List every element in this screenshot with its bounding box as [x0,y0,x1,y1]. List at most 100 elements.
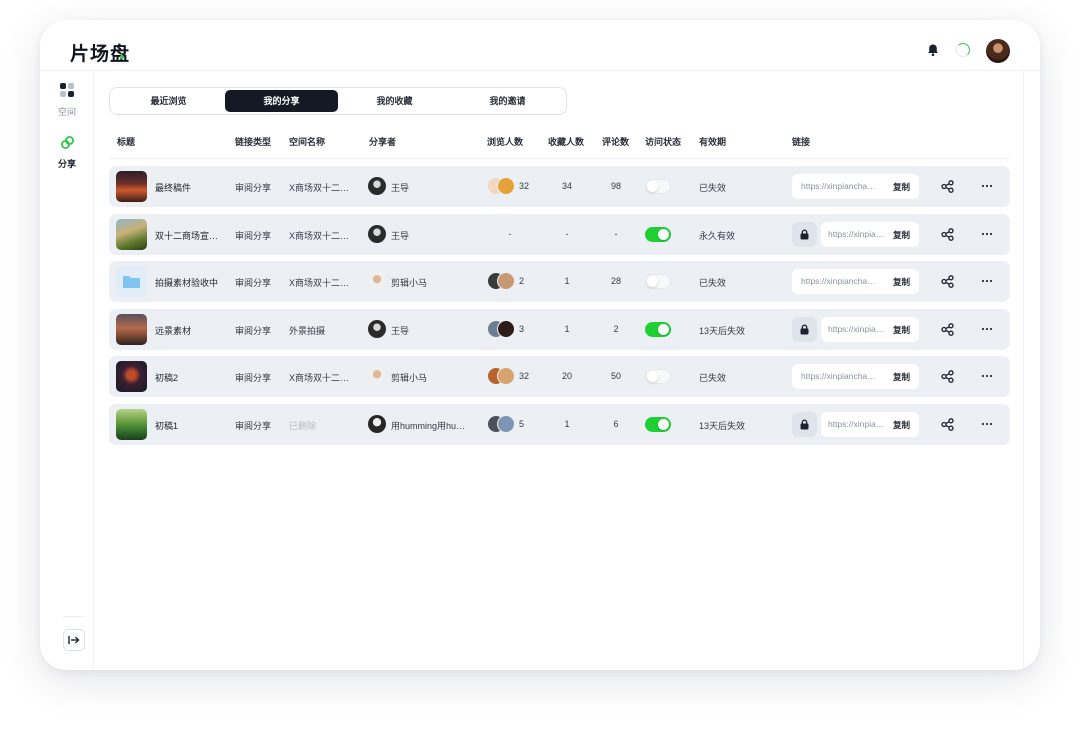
password-lock-button[interactable] [792,221,817,247]
link-type: 审阅分享 [235,420,272,431]
viewer-avatars [487,319,517,338]
access-toggle[interactable] [645,179,671,194]
sync-spinner-icon [956,43,970,57]
column-header-link[interactable]: 链接 [792,135,810,148]
share-icon[interactable] [941,275,954,288]
folder-thumbnail [116,266,147,297]
comment-count: 6 [613,418,619,429]
space-name: X商场双十二… [289,373,350,383]
access-toggle[interactable] [645,416,671,432]
sharer-name: 王导 [391,325,410,336]
copy-button[interactable]: 复制 [893,181,910,193]
file-thumbnail [116,313,147,345]
copy-button[interactable]: 复制 [893,419,910,431]
link-field[interactable]: https://xinpia… 复制 [821,411,919,437]
link-field[interactable]: https://xinpia… 复制 [821,316,919,342]
viewer-avatar [497,367,515,385]
column-header-favorites[interactable]: 收藏人数 [548,135,584,148]
favorite-count: 20 [561,371,572,381]
column-header-comments[interactable]: 评论数 [602,135,629,148]
copy-button[interactable]: 复制 [893,229,910,241]
viewer-avatar [497,414,515,433]
column-header-title[interactable]: 标题 [117,135,135,148]
sharer-name: 剪辑小马 [391,373,428,383]
password-lock-button[interactable] [792,411,817,437]
more-options-icon[interactable] [981,370,993,382]
sidebar: 空间 分享 [40,71,94,670]
more-options-icon[interactable] [981,228,993,240]
lock-icon [800,324,809,334]
access-toggle[interactable] [645,226,671,242]
sharer-avatar [368,414,386,433]
table-row[interactable]: 拍摄素材验收中 审阅分享 X商场双十二… 剪辑小马 2 1 28 已失效 https://xin… [109,261,1010,302]
table-row[interactable]: 最终稿件 审阅分享 X商场双十二… 王导 32 34 98 已失效 https://xinpia… [109,166,1010,207]
access-toggle[interactable] [645,274,671,289]
more-options-icon[interactable] [981,180,993,192]
link-field[interactable]: https://xinpiancha… 复制 [792,364,919,389]
file-title[interactable]: 初稿1 [155,419,223,432]
column-header-expiry[interactable]: 有效期 [699,135,726,148]
user-avatar[interactable] [986,39,1010,63]
file-title[interactable]: 拍摄素材验收中 [155,276,223,289]
share-icon[interactable] [941,417,954,431]
sharer-avatar [368,319,386,338]
table-row[interactable]: 初稿1 审阅分享 已删除 用humming用hu… 5 1 6 13天后失效 https://x… [109,403,1010,445]
view-count: 2 [519,276,525,286]
link-icon [60,136,74,149]
link-field[interactable]: https://xinpiancha… 复制 [792,174,919,199]
column-header-link-type[interactable]: 链接类型 [235,135,271,148]
collapse-sidebar-button[interactable] [63,629,85,651]
file-title[interactable]: 双十二商场宣… [155,229,223,242]
sidebar-item-label: 空间 [57,107,76,117]
link-field[interactable]: https://xinpia… 复制 [821,221,919,247]
sidebar-item-share[interactable]: 分享 [40,135,94,170]
sharer-avatar [368,224,386,243]
share-icon[interactable] [941,322,954,336]
tab-my-invites[interactable]: 我的邀请 [451,90,564,112]
column-header-views[interactable]: 浏览人数 [487,135,523,148]
share-icon[interactable] [941,227,954,241]
expiry-status: 已失效 [699,183,727,193]
expiry-status: 永久有效 [699,230,736,241]
password-lock-button[interactable] [792,316,817,342]
tab-recent[interactable]: 最近浏览 [112,90,225,112]
sharer-name: 王导 [391,183,410,193]
comment-count: 28 [610,276,621,286]
file-title[interactable]: 最终稿件 [155,181,223,194]
tab-my-favorites[interactable]: 我的收藏 [338,90,451,112]
more-options-icon[interactable] [981,275,993,287]
sidebar-item-space[interactable]: 空间 [40,83,94,118]
access-toggle[interactable] [645,321,671,337]
tab-my-shares[interactable]: 我的分享 [225,90,338,112]
link-type: 审阅分享 [235,278,272,288]
link-field[interactable]: https://xinpiancha… 复制 [792,269,919,294]
viewer-avatars [487,272,517,290]
column-header-space-name[interactable]: 空间名称 [289,135,325,148]
expiry-status: 已失效 [699,373,727,383]
viewer-avatars [487,367,517,385]
divider [63,616,85,617]
more-options-icon[interactable] [981,323,993,335]
copy-button[interactable]: 复制 [893,371,910,383]
more-options-icon[interactable] [981,418,993,430]
favorite-count: 1 [564,276,570,286]
column-header-sharer[interactable]: 分享者 [369,135,396,148]
file-title[interactable]: 远景素材 [155,324,223,337]
bell-icon[interactable] [926,43,940,57]
copy-button[interactable]: 复制 [893,276,910,288]
table-row[interactable]: 双十二商场宣… 审阅分享 X商场双十二… 王导 - - - 永久有效 https://xinpi… [109,213,1010,255]
file-title[interactable]: 初稿2 [155,371,223,384]
table-row[interactable]: 远景素材 审阅分享 外景拍摄 王导 3 1 2 13天后失效 https://xinpia… 复制 [109,308,1010,350]
link-type: 审阅分享 [235,373,272,383]
grid-icon [59,83,75,98]
link-url: https://xinpia… [828,323,885,334]
sharer-avatar [368,367,386,385]
view-count: 32 [519,181,530,191]
share-icon[interactable] [941,180,954,193]
logo-dot [120,55,124,59]
share-icon[interactable] [941,370,954,383]
table-row[interactable]: 初稿2 审阅分享 X商场双十二… 剪辑小马 32 20 50 已失效 https://xinpi… [109,356,1010,397]
access-toggle[interactable] [645,369,671,384]
copy-button[interactable]: 复制 [893,324,910,336]
column-header-access-status[interactable]: 访问状态 [645,135,681,148]
